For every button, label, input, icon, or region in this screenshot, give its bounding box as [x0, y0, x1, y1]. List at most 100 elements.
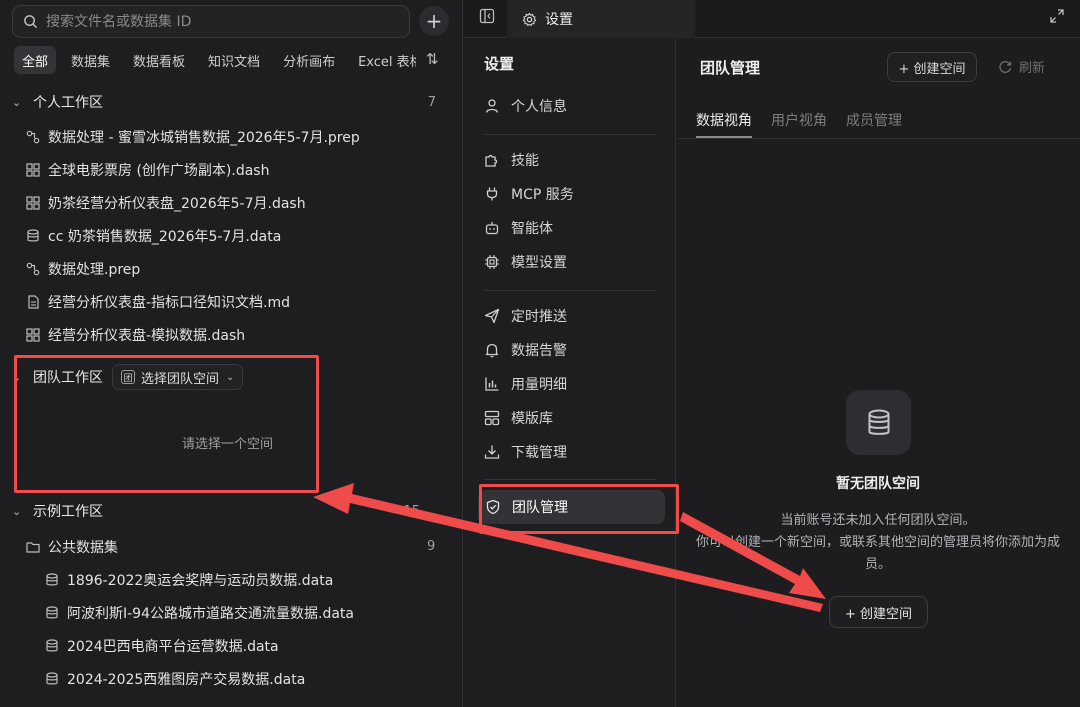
robot-icon [485, 222, 499, 235]
database-icon [26, 229, 40, 243]
plug-icon [486, 187, 498, 201]
list-item[interactable]: 1896-2022奥运会奖牌与运动员数据.data [45, 567, 333, 593]
bell-icon [485, 343, 499, 358]
list-item[interactable]: 2024-2025西雅图房产交易数据.data [45, 666, 305, 692]
puzzle-icon [485, 154, 498, 167]
sidebar-item-data-alerts[interactable]: 数据告警 [484, 337, 567, 363]
chip-icon [485, 255, 499, 269]
send-icon [484, 308, 500, 324]
divider [484, 134, 656, 135]
plus-icon: + [425, 9, 443, 33]
tab-knowledge-docs[interactable]: 知识文档 [200, 46, 268, 74]
tab-excel[interactable]: Excel 表格 [350, 46, 416, 74]
database-icon [868, 409, 889, 435]
divider [677, 138, 1080, 139]
list-item[interactable]: 奶茶经营分析仪表盘_2026年5-7月.dash [26, 190, 306, 216]
flow-icon [26, 262, 40, 276]
sidebar-item-agents[interactable]: 智能体 [484, 215, 553, 241]
team-space-select[interactable]: 团 选择团队空间 ⌄ [112, 364, 244, 390]
team-tag-icon: 团 [121, 370, 135, 384]
team-empty-hint: 请选择一个空间 [182, 437, 274, 452]
refresh-icon [999, 60, 1012, 73]
section-count: 7 [427, 94, 436, 110]
flow-icon [26, 130, 40, 144]
list-item[interactable]: 数据处理.prep [26, 256, 140, 282]
section-personal[interactable]: ⌄ 个人工作区 7 [12, 89, 442, 115]
create-space-button[interactable]: + 创建空间 [887, 52, 977, 82]
search-icon [24, 15, 38, 29]
list-item[interactable]: 经营分析仪表盘-模拟数据.dash [26, 322, 245, 348]
database-icon [45, 606, 59, 620]
empty-state-illustration [846, 390, 911, 455]
tab-member-management[interactable]: 成员管理 [846, 110, 902, 130]
sidebar-item-downloads[interactable]: 下载管理 [484, 439, 567, 465]
chevron-down-icon: ⌄ [12, 504, 22, 518]
refresh-button[interactable]: 刷新 [998, 57, 1045, 76]
settings-title: 设置 [484, 55, 515, 73]
folder-count: 9 [427, 539, 436, 554]
bar-chart-icon [485, 377, 499, 391]
team-space-select-label: 选择团队空间 [141, 371, 220, 387]
list-item[interactable]: 全球电影票房 (创作广场副本).dash [26, 157, 269, 183]
sidebar-item-mcp[interactable]: MCP 服务 [484, 181, 574, 207]
section-title: 团队工作区 [33, 370, 103, 386]
page-title: 团队管理 [700, 59, 761, 77]
folder-icon [26, 540, 40, 554]
tab-dashboards[interactable]: 数据看板 [125, 46, 193, 74]
tab-all[interactable]: 全部 [14, 46, 57, 74]
empty-state-title: 暂无团队空间 [836, 476, 920, 492]
section-examples[interactable]: ⌄ 示例工作区 15 [12, 498, 442, 524]
list-item[interactable]: 2024巴西电商平台运营数据.data [45, 633, 279, 659]
dashboard-icon [26, 328, 40, 342]
gear-icon [522, 12, 537, 26]
database-icon [45, 573, 59, 587]
add-button[interactable]: + [419, 6, 449, 36]
file-explorer: + 全部 数据集 数据看板 知识文档 分析画布 Excel 表格 ⇅ ⌄ 个人工… [0, 0, 463, 707]
list-item[interactable]: 经营分析仪表盘-指标口径知识文档.md [26, 289, 290, 315]
sidebar-item-skills[interactable]: 技能 [484, 147, 539, 173]
list-item[interactable]: 阿波利斯I-94公路城市道路交通流量数据.data [45, 600, 354, 626]
empty-state: 暂无团队空间 [0, 473, 1080, 493]
database-icon [45, 672, 59, 686]
section-title: 示例工作区 [33, 504, 103, 520]
empty-state-description: 当前账号还未加入任何团队空间。 你可以创建一个新空间，或联系其他空间的管理员将你… [696, 513, 1061, 572]
sort-icon[interactable]: ⇅ [426, 50, 439, 68]
section-title: 个人工作区 [33, 95, 103, 111]
sidebar-item-scheduled-push[interactable]: 定时推送 [484, 303, 567, 329]
create-space-button-empty[interactable]: + 创建空间 [829, 596, 928, 628]
folder-item[interactable]: 公共数据集 [26, 534, 118, 560]
document-icon [26, 295, 40, 309]
tab-settings[interactable]: 设置 [507, 0, 695, 38]
filter-tabs: 全部 数据集 数据看板 知识文档 分析画布 Excel 表格 [14, 46, 423, 74]
database-icon [45, 639, 59, 653]
sidebar-item-profile[interactable]: 个人信息 [484, 93, 567, 119]
tab-datasets[interactable]: 数据集 [63, 46, 118, 74]
tab-settings-label: 设置 [545, 12, 573, 28]
expand-icon[interactable] [1050, 9, 1064, 27]
active-tab-indicator [696, 136, 752, 138]
section-team[interactable]: ⌄ 团队工作区 团 选择团队空间 ⌄ [12, 364, 442, 390]
tab-user-view[interactable]: 用户视角 [771, 110, 827, 130]
section-count: 15 [403, 503, 420, 519]
sidebar-item-team-management[interactable]: 团队管理 [478, 490, 665, 524]
tab-data-view[interactable]: 数据视角 [696, 110, 752, 130]
download-icon [484, 445, 500, 459]
list-item[interactable]: cc 奶茶销售数据_2026年5-7月.data [26, 223, 281, 249]
divider [484, 290, 656, 291]
shield-icon [486, 499, 500, 515]
chevron-down-icon: ⌄ [12, 370, 22, 384]
sidebar-item-template-library[interactable]: 模版库 [484, 405, 553, 431]
template-icon [484, 410, 500, 426]
search-box[interactable] [12, 5, 410, 38]
sidebar-item-model-settings[interactable]: 模型设置 [484, 249, 567, 275]
sidebar-toggle-icon[interactable] [479, 8, 495, 28]
chevron-down-icon: ⌄ [226, 371, 235, 383]
user-icon [485, 99, 499, 113]
dashboard-icon [26, 196, 40, 210]
dashboard-icon [26, 163, 40, 177]
list-item[interactable]: 数据处理 - 蜜雪冰城销售数据_2026年5-7月.prep [26, 124, 360, 150]
tab-canvas[interactable]: 分析画布 [275, 46, 343, 74]
sidebar-item-usage[interactable]: 用量明细 [484, 371, 567, 397]
chevron-down-icon: ⌄ [12, 95, 22, 109]
search-input[interactable] [46, 13, 386, 30]
